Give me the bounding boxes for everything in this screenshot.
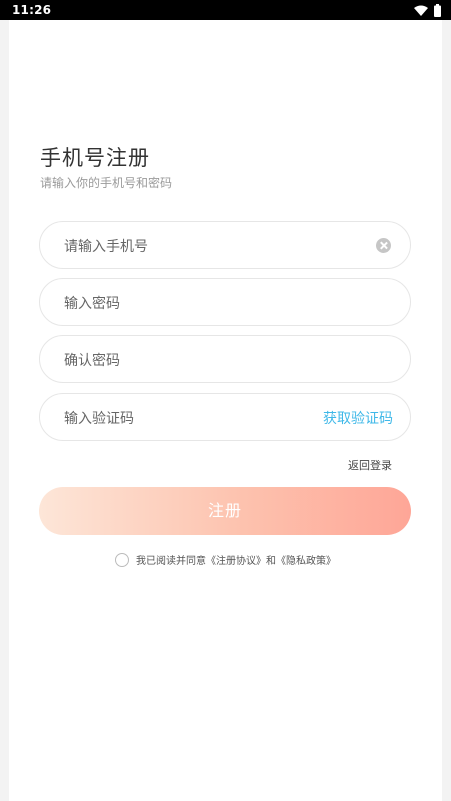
clear-icon[interactable] [376,238,391,253]
confirm-password-field[interactable]: 确认密码 [39,335,411,383]
back-to-login-link[interactable]: 返回登录 [348,457,392,473]
status-time: 11:26 [12,3,52,17]
register-button[interactable]: 注册 [39,487,411,535]
battery-icon [434,3,441,17]
get-code-button[interactable]: 获取验证码 [323,408,393,428]
status-bar: 11:26 [0,0,451,20]
page-title: 手机号注册 [40,146,150,170]
register-card: 手机号注册 请输入你的手机号和密码 请输入手机号 输入密码 确认密码 输入验证码… [9,20,442,801]
status-icons [414,3,441,17]
agreement-row: 我已阅读并同意《注册协议》和《隐私政策》 [115,552,336,567]
agreement-radio[interactable] [115,552,129,567]
password-field[interactable]: 输入密码 [39,278,411,326]
agreement-text[interactable]: 我已阅读并同意《注册协议》和《隐私政策》 [136,552,336,567]
phone-placeholder: 请输入手机号 [64,239,148,255]
verification-code-field[interactable]: 输入验证码 获取验证码 [39,393,411,441]
password-placeholder: 输入密码 [64,296,120,312]
page-subtitle: 请输入你的手机号和密码 [40,176,173,190]
confirm-password-placeholder: 确认密码 [64,353,120,369]
verification-code-placeholder: 输入验证码 [64,411,134,427]
wifi-icon [414,5,428,16]
phone-field[interactable]: 请输入手机号 [39,221,411,269]
